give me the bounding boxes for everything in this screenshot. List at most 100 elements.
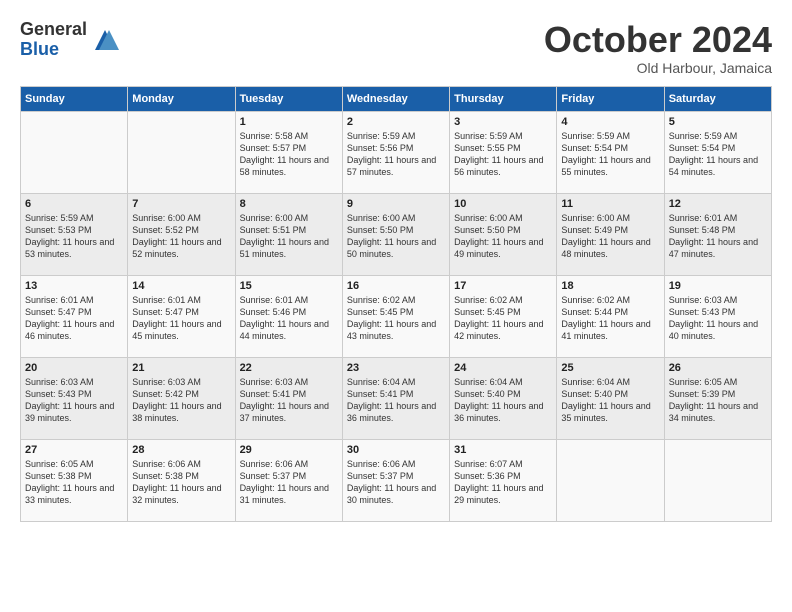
calendar-cell: 5 Sunrise: 5:59 AM Sunset: 5:54 PM Daylig… xyxy=(664,111,771,193)
calendar-cell xyxy=(557,439,664,521)
day-number: 19 xyxy=(669,280,767,292)
day-number: 8 xyxy=(240,198,338,210)
day-number: 29 xyxy=(240,444,338,456)
calendar-cell: 28 Sunrise: 6:06 AM Sunset: 5:38 PM Dayli… xyxy=(128,439,235,521)
page-header: General Blue October 2024 Old Harbour, J… xyxy=(20,20,772,76)
header-monday: Monday xyxy=(128,86,235,111)
day-number: 17 xyxy=(454,280,552,292)
calendar-cell: 8 Sunrise: 6:00 AM Sunset: 5:51 PM Daylig… xyxy=(235,193,342,275)
day-number: 20 xyxy=(25,362,123,374)
day-info: Sunrise: 6:07 AM Sunset: 5:36 PM Dayligh… xyxy=(454,458,552,507)
calendar-cell: 17 Sunrise: 6:02 AM Sunset: 5:45 PM Dayli… xyxy=(450,275,557,357)
calendar-cell: 29 Sunrise: 6:06 AM Sunset: 5:37 PM Dayli… xyxy=(235,439,342,521)
week-row-5: 27 Sunrise: 6:05 AM Sunset: 5:38 PM Dayli… xyxy=(21,439,772,521)
location: Old Harbour, Jamaica xyxy=(544,60,772,76)
calendar-cell: 21 Sunrise: 6:03 AM Sunset: 5:42 PM Dayli… xyxy=(128,357,235,439)
day-info: Sunrise: 5:59 AM Sunset: 5:54 PM Dayligh… xyxy=(561,130,659,179)
day-number: 4 xyxy=(561,116,659,128)
header-sunday: Sunday xyxy=(21,86,128,111)
calendar-cell: 25Sunrise: 6:04 AM Sunset: 5:40 PM Dayli… xyxy=(557,357,664,439)
calendar-cell: 16 Sunrise: 6:02 AM Sunset: 5:45 PM Dayli… xyxy=(342,275,449,357)
logo: General Blue xyxy=(20,20,119,60)
day-number: 15 xyxy=(240,280,338,292)
day-info: Sunrise: 6:02 AM Sunset: 5:44 PM Dayligh… xyxy=(561,294,659,343)
calendar-cell: 19 Sunrise: 6:03 AM Sunset: 5:43 PM Dayli… xyxy=(664,275,771,357)
day-info: Sunrise: 6:03 AM Sunset: 5:41 PM Dayligh… xyxy=(240,376,338,425)
day-info: Sunrise: 6:02 AM Sunset: 5:45 PM Dayligh… xyxy=(454,294,552,343)
day-info: Sunrise: 6:01 AM Sunset: 5:46 PM Dayligh… xyxy=(240,294,338,343)
day-number: 24 xyxy=(454,362,552,374)
header-thursday: Thursday xyxy=(450,86,557,111)
day-info: Sunrise: 6:00 AM Sunset: 5:49 PM Dayligh… xyxy=(561,212,659,261)
calendar-cell: 10 Sunrise: 6:00 AM Sunset: 5:50 PM Dayli… xyxy=(450,193,557,275)
day-info: Sunrise: 6:06 AM Sunset: 5:37 PM Dayligh… xyxy=(347,458,445,507)
day-info: Sunrise: 6:01 AM Sunset: 5:48 PM Dayligh… xyxy=(669,212,767,261)
day-number: 27 xyxy=(25,444,123,456)
logo-blue-text: Blue xyxy=(20,40,87,60)
day-info: Sunrise: 6:00 AM Sunset: 5:50 PM Dayligh… xyxy=(347,212,445,261)
day-info: Sunrise: 5:59 AM Sunset: 5:54 PM Dayligh… xyxy=(669,130,767,179)
calendar-cell: 9Sunrise: 6:00 AM Sunset: 5:50 PM Daylig… xyxy=(342,193,449,275)
day-info: Sunrise: 6:06 AM Sunset: 5:38 PM Dayligh… xyxy=(132,458,230,507)
day-number: 30 xyxy=(347,444,445,456)
calendar-cell: 20 Sunrise: 6:03 AM Sunset: 5:43 PM Dayli… xyxy=(21,357,128,439)
day-info: Sunrise: 6:00 AM Sunset: 5:52 PM Dayligh… xyxy=(132,212,230,261)
calendar-cell: 27 Sunrise: 6:05 AM Sunset: 5:38 PM Dayli… xyxy=(21,439,128,521)
calendar-cell: 26 Sunrise: 6:05 AM Sunset: 5:39 PM Dayli… xyxy=(664,357,771,439)
day-info: Sunrise: 5:59 AM Sunset: 5:55 PM Dayligh… xyxy=(454,130,552,179)
day-info: Sunrise: 6:04 AM Sunset: 5:40 PM Dayligh… xyxy=(454,376,552,425)
day-info: Sunrise: 6:06 AM Sunset: 5:37 PM Dayligh… xyxy=(240,458,338,507)
calendar-cell: 1 Sunrise: 5:58 AM Sunset: 5:57 PM Daylig… xyxy=(235,111,342,193)
calendar-cell: 23Sunrise: 6:04 AM Sunset: 5:41 PM Dayli… xyxy=(342,357,449,439)
day-number: 14 xyxy=(132,280,230,292)
header-tuesday: Tuesday xyxy=(235,86,342,111)
day-number: 3 xyxy=(454,116,552,128)
calendar-cell: 7Sunrise: 6:00 AM Sunset: 5:52 PM Daylig… xyxy=(128,193,235,275)
day-number: 28 xyxy=(132,444,230,456)
day-info: Sunrise: 6:02 AM Sunset: 5:45 PM Dayligh… xyxy=(347,294,445,343)
day-info: Sunrise: 6:03 AM Sunset: 5:43 PM Dayligh… xyxy=(25,376,123,425)
calendar-table: SundayMondayTuesdayWednesdayThursdayFrid… xyxy=(20,86,772,522)
day-number: 18 xyxy=(561,280,659,292)
calendar-cell xyxy=(128,111,235,193)
calendar-cell: 13Sunrise: 6:01 AM Sunset: 5:47 PM Dayli… xyxy=(21,275,128,357)
calendar-cell: 14 Sunrise: 6:01 AM Sunset: 5:47 PM Dayli… xyxy=(128,275,235,357)
week-row-1: 1 Sunrise: 5:58 AM Sunset: 5:57 PM Daylig… xyxy=(21,111,772,193)
day-number: 10 xyxy=(454,198,552,210)
day-info: Sunrise: 5:58 AM Sunset: 5:57 PM Dayligh… xyxy=(240,130,338,179)
day-number: 21 xyxy=(132,362,230,374)
day-number: 1 xyxy=(240,116,338,128)
day-info: Sunrise: 6:03 AM Sunset: 5:43 PM Dayligh… xyxy=(669,294,767,343)
title-block: October 2024 Old Harbour, Jamaica xyxy=(544,20,772,76)
day-info: Sunrise: 6:04 AM Sunset: 5:40 PM Dayligh… xyxy=(561,376,659,425)
calendar-cell: 18 Sunrise: 6:02 AM Sunset: 5:44 PM Dayli… xyxy=(557,275,664,357)
calendar-cell xyxy=(21,111,128,193)
day-number: 16 xyxy=(347,280,445,292)
day-info: Sunrise: 5:59 AM Sunset: 5:53 PM Dayligh… xyxy=(25,212,123,261)
day-info: Sunrise: 6:05 AM Sunset: 5:38 PM Dayligh… xyxy=(25,458,123,507)
day-info: Sunrise: 6:05 AM Sunset: 5:39 PM Dayligh… xyxy=(669,376,767,425)
header-row: SundayMondayTuesdayWednesdayThursdayFrid… xyxy=(21,86,772,111)
calendar-cell: 3 Sunrise: 5:59 AM Sunset: 5:55 PM Daylig… xyxy=(450,111,557,193)
calendar-cell: 15 Sunrise: 6:01 AM Sunset: 5:46 PM Dayli… xyxy=(235,275,342,357)
calendar-cell: 12Sunrise: 6:01 AM Sunset: 5:48 PM Dayli… xyxy=(664,193,771,275)
day-number: 11 xyxy=(561,198,659,210)
week-row-3: 13Sunrise: 6:01 AM Sunset: 5:47 PM Dayli… xyxy=(21,275,772,357)
day-info: Sunrise: 5:59 AM Sunset: 5:56 PM Dayligh… xyxy=(347,130,445,179)
month-title: October 2024 xyxy=(544,20,772,60)
day-info: Sunrise: 6:00 AM Sunset: 5:50 PM Dayligh… xyxy=(454,212,552,261)
day-number: 26 xyxy=(669,362,767,374)
day-info: Sunrise: 6:03 AM Sunset: 5:42 PM Dayligh… xyxy=(132,376,230,425)
calendar-cell: 6Sunrise: 5:59 AM Sunset: 5:53 PM Daylig… xyxy=(21,193,128,275)
day-number: 31 xyxy=(454,444,552,456)
calendar-cell xyxy=(664,439,771,521)
calendar-cell: 31 Sunrise: 6:07 AM Sunset: 5:36 PM Dayli… xyxy=(450,439,557,521)
day-info: Sunrise: 6:01 AM Sunset: 5:47 PM Dayligh… xyxy=(132,294,230,343)
day-info: Sunrise: 6:00 AM Sunset: 5:51 PM Dayligh… xyxy=(240,212,338,261)
header-wednesday: Wednesday xyxy=(342,86,449,111)
logo-general-text: General xyxy=(20,20,87,40)
day-number: 2 xyxy=(347,116,445,128)
day-info: Sunrise: 6:01 AM Sunset: 5:47 PM Dayligh… xyxy=(25,294,123,343)
calendar-cell: 4 Sunrise: 5:59 AM Sunset: 5:54 PM Daylig… xyxy=(557,111,664,193)
day-number: 5 xyxy=(669,116,767,128)
